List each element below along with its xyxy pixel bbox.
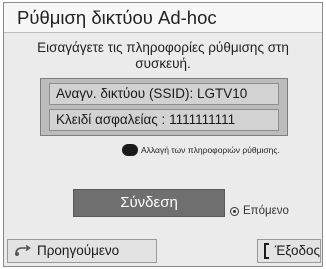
return-icon — [14, 245, 32, 257]
security-key-field: Κλειδί ασφαλείας : 1111111111 — [49, 109, 279, 131]
instruction-text: Εισαγάγετε τις πληροφορίες ρύθμισης στη … — [37, 40, 289, 71]
title-bar: Ρύθμιση δικτύου Ad-hoc — [4, 3, 322, 33]
exit-button[interactable]: Έξοδος — [257, 239, 321, 263]
change-settings-label: Αλλαγή των πληροφοριών ρύθμισης. — [141, 145, 280, 155]
previous-label: Προηγούμενο — [37, 243, 120, 258]
adhoc-network-setup-dialog: Ρύθμιση δικτύου Ad-hoc Εισαγάγετε τις πλ… — [3, 2, 323, 267]
next-hint: Επόμενο — [230, 205, 289, 217]
ok-button-icon — [230, 206, 239, 216]
exit-label: Έξοδος — [274, 243, 320, 258]
connect-button[interactable]: Σύνδεση — [73, 189, 225, 217]
exit-icon — [264, 243, 269, 259]
previous-button[interactable]: Προηγούμενο — [7, 239, 157, 263]
change-settings-button[interactable]: Αλλαγή των πληροφοριών ρύθμισης. — [122, 141, 280, 159]
black-color-key-icon — [122, 144, 138, 156]
ssid-field: Αναγν. δικτύου (SSID): LGTV10 — [49, 83, 279, 105]
next-hint-label: Επόμενο — [243, 205, 289, 217]
dialog-title: Ρύθμιση δικτύου Ad-hoc — [17, 7, 217, 28]
network-info-box: Αναγν. δικτύου (SSID): LGTV10 Κλειδί ασφ… — [40, 78, 288, 136]
